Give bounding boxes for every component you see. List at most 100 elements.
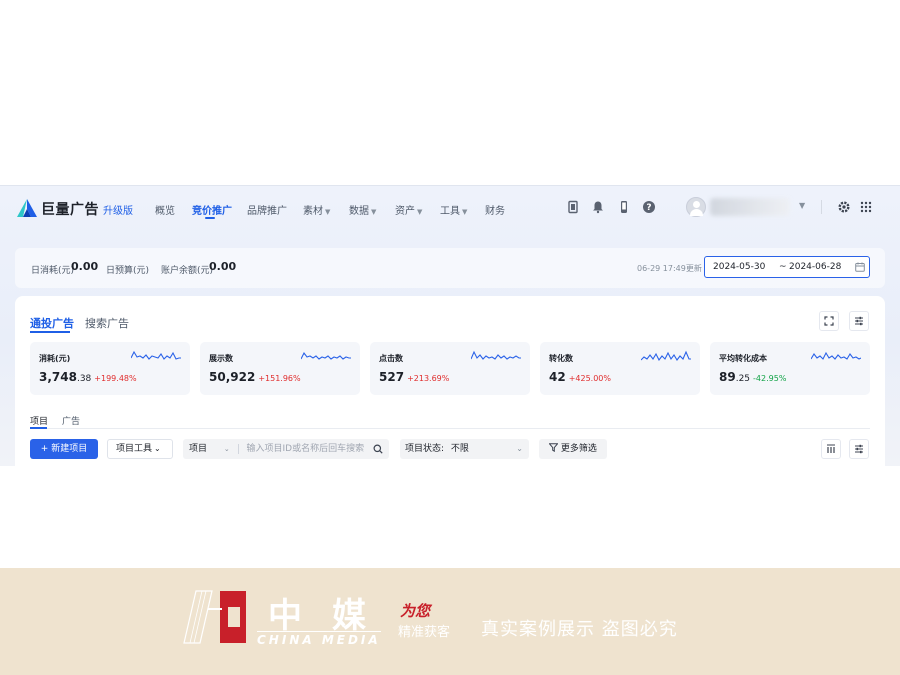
chevron-down-icon: ▼ bbox=[371, 208, 377, 216]
metric-card-impressions[interactable]: 展示数 50,922 +151.96% bbox=[200, 342, 360, 395]
filter-icon bbox=[548, 443, 559, 453]
metric-value: 3,748.38 +199.48% bbox=[39, 370, 137, 384]
chevron-down-icon: ⌄ bbox=[223, 445, 230, 453]
metric-card-clicks[interactable]: 点击数 527 +213.69% bbox=[370, 342, 530, 395]
sparkline-icon bbox=[811, 351, 861, 360]
sliders-icon bbox=[855, 444, 863, 454]
tab-active-indicator bbox=[30, 331, 70, 333]
metric-value-dec: .38 bbox=[76, 374, 92, 384]
status-label: 项目状态: bbox=[405, 444, 445, 454]
nav-bidding-promotion[interactable]: 竞价推广 bbox=[192, 202, 232, 217]
nav-brand-promotion[interactable]: 品牌推广 bbox=[247, 202, 287, 217]
nav-tools[interactable]: 工具 ▼ bbox=[440, 202, 467, 217]
metric-change: +425.00% bbox=[568, 374, 611, 383]
metric-label: 消耗(元) bbox=[39, 354, 71, 363]
column-settings-button[interactable] bbox=[821, 439, 841, 459]
daily-budget-label[interactable]: 日预算(元) bbox=[106, 263, 149, 276]
metric-change: -42.95% bbox=[753, 374, 787, 383]
nav-finance[interactable]: 财务 bbox=[485, 202, 505, 217]
sliders-icon bbox=[855, 316, 863, 326]
project-search[interactable]: 项目 ⌄ 输入项目ID或名称后回车搜索 bbox=[183, 439, 389, 459]
project-status-filter[interactable]: 项目状态: 不限 ⌄ bbox=[400, 439, 529, 459]
metric-value-dec: .25 bbox=[735, 374, 751, 384]
chevron-down-icon[interactable]: ▼ bbox=[799, 201, 805, 210]
account-name-redacted[interactable] bbox=[710, 198, 790, 216]
upgrade-badge[interactable]: 升级版 bbox=[103, 202, 133, 217]
metric-value: 50,922 +151.96% bbox=[209, 370, 301, 384]
daily-spend-value: 0.00 bbox=[71, 260, 99, 273]
metric-card-spend[interactable]: 消耗(元) 3,748.38 +199.48% bbox=[30, 342, 190, 395]
balance-value: 0.00 bbox=[209, 260, 237, 273]
top-navigation: 巨量广告 升级版 概览 竞价推广 品牌推广 素材 ▼ 数据 ▼ 资产 ▼ 工具 ▼ 财务 bbox=[0, 186, 900, 230]
apps-grid-icon[interactable] bbox=[859, 200, 873, 214]
account-summary-bar: 日消耗(元) 0.00 日预算(元) 账户余额(元) 0.00 06-29 17… bbox=[15, 248, 885, 288]
settings-icon[interactable] bbox=[837, 200, 851, 214]
fullscreen-icon bbox=[824, 316, 834, 326]
search-scope-select[interactable]: 项目 bbox=[189, 444, 207, 454]
subtab-ads[interactable]: 广告 bbox=[62, 414, 80, 427]
new-project-button[interactable]: + 新建项目 bbox=[30, 439, 98, 459]
tab-general-ads[interactable]: 通投广告 bbox=[30, 315, 74, 331]
page: 巨量广告 升级版 概览 竞价推广 品牌推广 素材 ▼ 数据 ▼ 资产 ▼ 工具 ▼ 财务 bbox=[0, 0, 900, 675]
metric-value-int: 42 bbox=[549, 370, 566, 384]
watermark-showcase: 真实案例展示 盗图必究 bbox=[481, 619, 678, 640]
phone-icon[interactable] bbox=[617, 200, 631, 214]
bell-icon[interactable] bbox=[591, 200, 605, 214]
help-icon[interactable]: ? bbox=[642, 200, 656, 214]
plus-icon: + bbox=[40, 444, 49, 454]
main-card: 通投广告 搜索广告 消耗(元) 3,748.38 +199.48% 展示数 50… bbox=[15, 296, 885, 467]
metric-card-avg-cost[interactable]: 平均转化成本 89.25 -42.95% bbox=[710, 342, 870, 395]
watermark-chinese-name: 中媒 bbox=[268, 596, 396, 636]
more-filters-button[interactable]: 更多筛选 bbox=[539, 439, 607, 459]
status-value: 不限 bbox=[450, 444, 469, 454]
metric-change: +151.96% bbox=[258, 374, 301, 383]
metric-value-int: 3,748 bbox=[39, 370, 77, 384]
tab-search-ads[interactable]: 搜索广告 bbox=[85, 315, 129, 331]
metric-settings-button[interactable] bbox=[849, 311, 869, 331]
nav-data-label: 数据 bbox=[349, 206, 369, 217]
divider bbox=[821, 200, 822, 214]
nav-assets[interactable]: 资产 ▼ bbox=[395, 202, 422, 217]
metric-value-int: 50,922 bbox=[209, 370, 256, 384]
metric-change: +199.48% bbox=[94, 374, 137, 383]
metric-value: 42 +425.00% bbox=[549, 370, 611, 384]
nav-active-indicator bbox=[205, 217, 215, 219]
metric-label: 展示数 bbox=[209, 354, 233, 363]
project-tools-dropdown[interactable]: 项目工具 ⌄ bbox=[107, 439, 173, 459]
date-range-picker[interactable]: 2024-05-30 ~ 2024-06-28 bbox=[704, 256, 870, 278]
update-time: 06-29 17:49更新 bbox=[637, 264, 702, 273]
date-start[interactable]: 2024-05-30 bbox=[713, 262, 765, 272]
table-settings-button[interactable] bbox=[849, 439, 869, 459]
brand-logo-icon[interactable] bbox=[16, 198, 38, 218]
metric-label: 平均转化成本 bbox=[719, 354, 767, 363]
metric-value-int: 527 bbox=[379, 370, 405, 384]
metric-card-conversions[interactable]: 转化数 42 +425.00% bbox=[540, 342, 700, 395]
date-end[interactable]: 2024-06-28 bbox=[789, 262, 841, 272]
subtab-divider bbox=[30, 428, 870, 429]
brand-name[interactable]: 巨量广告 bbox=[41, 199, 99, 219]
date-separator: ~ bbox=[779, 262, 787, 272]
search-icon[interactable] bbox=[373, 444, 383, 454]
more-filters-label: 更多筛选 bbox=[560, 444, 597, 454]
nav-data[interactable]: 数据 ▼ bbox=[349, 202, 376, 217]
china-media-logo-icon bbox=[183, 590, 246, 644]
avatar[interactable] bbox=[686, 197, 706, 217]
chevron-down-icon: ⌄ bbox=[516, 444, 523, 453]
svg-text:?: ? bbox=[646, 203, 651, 213]
divider bbox=[237, 443, 239, 454]
calendar-icon[interactable] bbox=[855, 262, 865, 272]
project-tools-label: 项目工具 bbox=[116, 444, 153, 454]
fullscreen-button[interactable] bbox=[819, 311, 839, 331]
metric-label: 转化数 bbox=[549, 354, 573, 363]
nav-materials[interactable]: 素材 ▼ bbox=[303, 202, 330, 217]
metric-change: +213.69% bbox=[407, 374, 450, 383]
search-input[interactable]: 输入项目ID或名称后回车搜索 bbox=[247, 444, 365, 454]
watermark-banner: 中媒 CHINA MEDIA 为您 精准获客 真实案例展示 盗图必究 bbox=[0, 568, 900, 675]
nav-overview[interactable]: 概览 bbox=[155, 202, 175, 217]
nav-assets-label: 资产 bbox=[395, 206, 415, 217]
chevron-down-icon: ▼ bbox=[417, 208, 423, 216]
document-icon[interactable] bbox=[566, 200, 580, 214]
chevron-down-icon: ▼ bbox=[325, 208, 331, 216]
sparkline-icon bbox=[641, 350, 691, 362]
subtab-projects[interactable]: 项目 bbox=[30, 414, 48, 427]
